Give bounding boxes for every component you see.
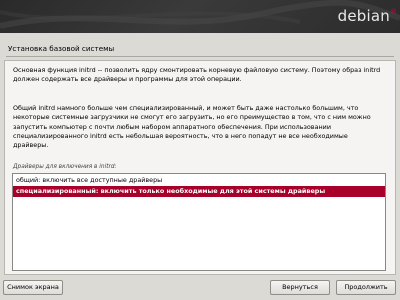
list-item-targeted[interactable]: специализированный: включить только необ… [13,186,385,197]
list-item-generic[interactable]: общий: включить все доступные драйверы [13,175,385,186]
debian-logo: debian [337,7,390,25]
description-paragraph-1: Основная функция initrd -- позволить ядр… [13,66,381,84]
page-title: Установка базовой системы [8,44,115,53]
debian-logo-mark: ® [390,8,397,16]
description-paragraph-2: Общий initrd намного больше чем специали… [13,104,371,150]
installer-content: Установка базовой системы Основная функц… [4,40,396,275]
initrd-driver-listbox[interactable]: общий: включить все доступные драйверы с… [12,173,386,271]
screenshot-button[interactable]: Снимок экрана [3,280,63,295]
debian-banner: debian ® [0,0,400,33]
title-divider [6,56,394,57]
question-panel: Основная функция initrd -- позволить ядр… [4,60,396,275]
continue-button[interactable]: Продолжить [336,280,396,295]
driver-list-label: Драйверы для включения в initrd: [13,164,117,170]
back-button[interactable]: Вернуться [270,280,330,295]
